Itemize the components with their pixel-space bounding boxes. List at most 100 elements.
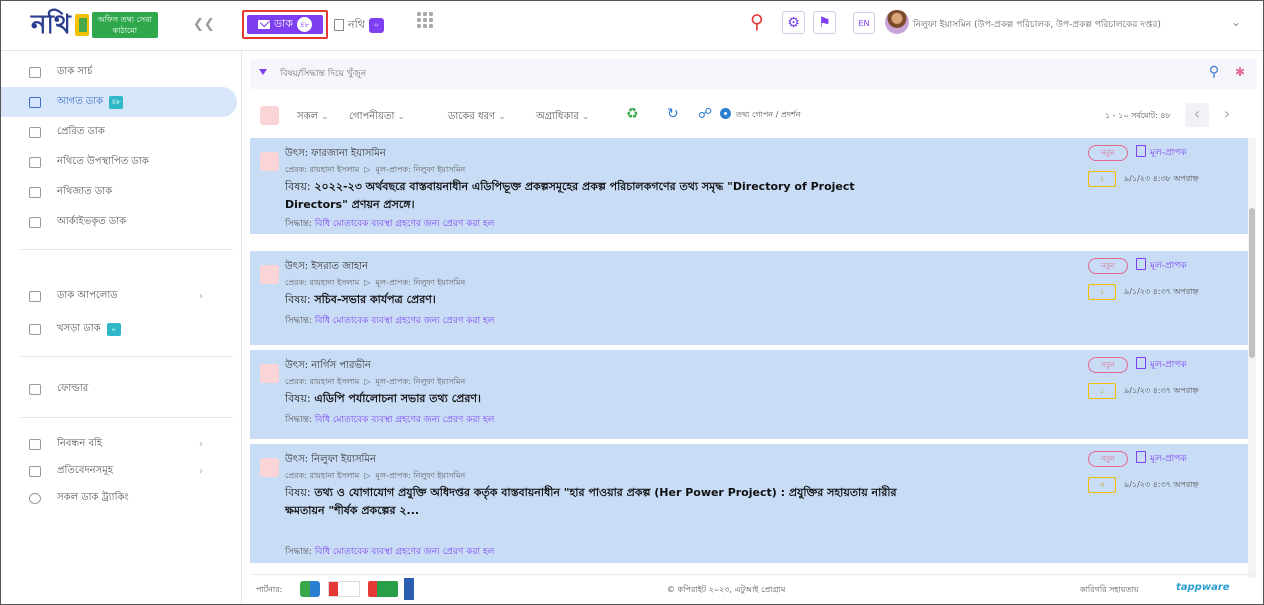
dak-subject[interactable]: বিষয়: সচিব-সভার কার্যপত্র প্রেরণ।: [285, 291, 905, 309]
dak-source: উৎস: নার্গিস পারভীন: [285, 360, 371, 371]
global-search-icon[interactable]: ⚲: [750, 11, 764, 33]
sidebar-item-label: ডাক আপলোড: [57, 289, 118, 301]
row-checkbox[interactable]: [260, 458, 279, 477]
chevron-right-icon: ›: [199, 465, 203, 477]
apps-grid-icon[interactable]: [417, 12, 433, 28]
clear-filter-icon[interactable]: ✱: [1231, 65, 1249, 83]
tab-dak-inner: ডাক ৪৮: [247, 15, 323, 34]
tray-icon: [29, 156, 41, 168]
language-toggle-button[interactable]: EN: [853, 12, 875, 34]
sidebar-item-sent-dak[interactable]: প্রেরিত ডাক: [1, 117, 237, 147]
search-input[interactable]: [280, 66, 1180, 82]
filter-confidentiality[interactable]: গোপনীয়তা ⌄: [349, 109, 405, 126]
sidebar-item-archived-dak[interactable]: আর্কাইভকৃত ডাক: [1, 207, 237, 237]
main-content: ⚲ ✱ সকল⌄ গোপনীয়তা⌄ ডাকের ধরণ⌄ অগ্রাধিকা…: [242, 51, 1263, 604]
user-name[interactable]: নিলুফা ইয়াসমিন (উপ-প্রকল্প পরিচালক, উপ-…: [913, 17, 1161, 32]
dak-row[interactable]: উৎস: ফারজানা ইয়াসমিন প্রেরক: রায়হানা ই…: [250, 138, 1249, 235]
sidebar-item-badge: ০: [106, 322, 121, 336]
receiver-type-tag: মূল-প্রাপক: [1136, 258, 1187, 273]
folder-icon: [29, 186, 41, 198]
row-checkbox[interactable]: [260, 152, 279, 171]
sidebar-item-label: আর্কাইভকৃত ডাক: [57, 215, 127, 227]
tab-nothi[interactable]: নথি ০: [334, 14, 384, 36]
document-icon: [1136, 357, 1146, 369]
register-icon: [29, 438, 41, 450]
sidebar-item-presented-dak[interactable]: নথিতে উপস্থাপিত ডাক: [1, 147, 237, 177]
tech-support-label: কারিগরি সহায়তায়: [1080, 585, 1139, 594]
app-logo[interactable]: নথি অফিস তথ্য সেবা কাঠামো: [31, 9, 167, 41]
select-all-checkbox[interactable]: [260, 106, 279, 125]
filter-dak-type[interactable]: ডাকের ধরণ ⌄: [448, 109, 506, 126]
document-icon: [1136, 145, 1146, 157]
sidebar-item-dak-upload[interactable]: ডাক আপলোড ›: [1, 281, 237, 311]
collapse-sidebar-button[interactable]: ❮❮: [193, 17, 215, 32]
dak-subject[interactable]: বিষয়: তথ্য ও যোগাযোগ প্রযুক্তি অধিদপ্তর…: [285, 484, 905, 520]
receiver-type-tag: মূল-প্রাপক: [1136, 145, 1187, 160]
sidebar-divider: [21, 417, 233, 418]
attachment-count[interactable]: ১: [1088, 383, 1116, 399]
dak-subject[interactable]: বিষয়: এডিপি পর্যালোচনা সভার তথ্য প্রেরণ…: [285, 390, 905, 408]
sidebar-item-draft-dak[interactable]: খসড়া ডাক ০: [1, 314, 237, 344]
notification-bell-icon[interactable]: ⚑: [813, 11, 836, 34]
attachment-count[interactable]: ১: [1088, 284, 1116, 300]
receiver-type-tag: মূল-প্রাপক: [1136, 357, 1187, 372]
sidebar-item-incoming-dak[interactable]: আগত ডাক ৪৮: [1, 87, 237, 117]
partner-label: পার্টনার:: [256, 585, 283, 594]
dak-date: ৯/১/২৩ ৪:৩৭ অপরাহ্ন: [1124, 386, 1199, 395]
dak-row[interactable]: উৎস: ইসরাত জাহান প্রেরক: রায়হানা ইসলাম …: [250, 251, 1249, 346]
filter-toolbar: সকল ⌄ গোপনীয়তা ⌄ ডাকের ধরণ ⌄ অগ্রাধিকার ⌄ ♻…: [250, 101, 1257, 131]
eye-icon[interactable]: [720, 108, 731, 119]
settings-gear-icon[interactable]: ⚙: [782, 11, 805, 34]
search-icon[interactable]: ⚲: [1203, 64, 1225, 84]
dak-source: উৎস: ইসরাত জাহান: [285, 261, 369, 272]
previous-page-button[interactable]: ‹: [1185, 103, 1209, 127]
chevron-right-icon: ›: [199, 290, 203, 302]
scrollbar-thumb[interactable]: [1249, 208, 1255, 358]
refresh-icon[interactable]: ↻: [667, 106, 679, 122]
next-page-button[interactable]: ›: [1215, 103, 1239, 127]
sidebar-item-label: নিবন্ধন বহি: [57, 437, 103, 449]
user-avatar[interactable]: [885, 10, 909, 34]
dak-sender-receiver: প্রেরক: রায়হানা ইসলাম ▷ মূল-প্রাপক: নিল…: [285, 278, 466, 287]
tab-dak-label: ডাক: [274, 17, 293, 30]
dak-subject[interactable]: বিষয়: ২০২২-২৩ অর্থবছরে বাস্তবায়নাধীন এ…: [285, 178, 905, 214]
document-icon: [1136, 258, 1146, 270]
cloud-upload-icon: [29, 290, 41, 302]
sidebar-item-label: ফোল্ডার: [57, 382, 89, 394]
sidebar-item-reports[interactable]: প্রতিবেদনসমূহ ›: [1, 456, 237, 486]
sidebar-item-folder[interactable]: ফোল্ডার: [1, 374, 237, 404]
dak-row[interactable]: উৎস: নার্গিস পারভীন প্রেরক: রায়হানা ইসল…: [250, 350, 1249, 440]
sidebar-item-filed-dak[interactable]: নথিজাত ডাক: [1, 177, 237, 207]
sidebar-item-label: নথিতে উপস্থাপিত ডাক: [57, 155, 149, 167]
partner-undp-logo: [404, 578, 414, 600]
sidebar: ডাক সার্চ আগত ডাক ৪৮ প্রেরিত ডাক নথিতে উ…: [1, 51, 242, 604]
sidebar-item-label: প্রতিবেদনসমূহ: [57, 464, 114, 476]
share-icon[interactable]: ☍: [698, 106, 712, 122]
filter-all[interactable]: সকল ⌄: [297, 109, 329, 126]
attachment-count[interactable]: ৩: [1088, 477, 1116, 493]
partner-cabinet-logo: [328, 581, 360, 597]
filter-priority[interactable]: অগ্রাধিকার ⌄: [536, 109, 589, 126]
dak-date: ৯/১/২৩ ৪:৩৭ অপরাহ্ন: [1124, 287, 1199, 296]
dak-row[interactable]: উৎস: নিলুফা ইয়াসমিন প্রেরক: রায়হানা ইস…: [250, 444, 1249, 564]
dak-list: উৎস: ফারজানা ইয়াসমিন প্রেরক: রায়হানা ই…: [250, 138, 1249, 578]
tab-dak[interactable]: ডাক ৪৮: [242, 10, 328, 39]
hide-show-toggle[interactable]: তথ্য গোপন / প্রদর্শন: [736, 109, 801, 122]
tappware-logo[interactable]: tappware: [1176, 582, 1230, 593]
partner-a2i-logo: [300, 581, 320, 597]
archive-icon: [29, 216, 41, 228]
recycle-icon[interactable]: ♻: [626, 106, 639, 122]
row-checkbox[interactable]: [260, 364, 279, 383]
sidebar-item-dak-search[interactable]: ডাক সার্চ: [1, 57, 237, 87]
attachment-count[interactable]: ২: [1088, 171, 1116, 187]
sidebar-divider: [21, 356, 233, 357]
sidebar-item-register[interactable]: নিবন্ধন বহি ›: [1, 429, 237, 459]
dak-decision: সিদ্ধান্ত: বিধি মোতাবেক ব্যবস্থা গ্রহণের…: [285, 316, 495, 326]
list-scrollbar[interactable]: [1248, 138, 1256, 578]
dak-date: ৯/১/২৩ ৪:৩৭ অপরাহ্ন: [1124, 480, 1199, 489]
new-badge: নতুন: [1088, 145, 1128, 161]
row-checkbox[interactable]: [260, 265, 279, 284]
caret-down-icon[interactable]: [259, 69, 267, 75]
sidebar-item-dak-tracking[interactable]: সকল ডাক ট্র্যাকিং: [1, 483, 237, 513]
chevron-down-icon[interactable]: ⌄: [1231, 15, 1241, 29]
